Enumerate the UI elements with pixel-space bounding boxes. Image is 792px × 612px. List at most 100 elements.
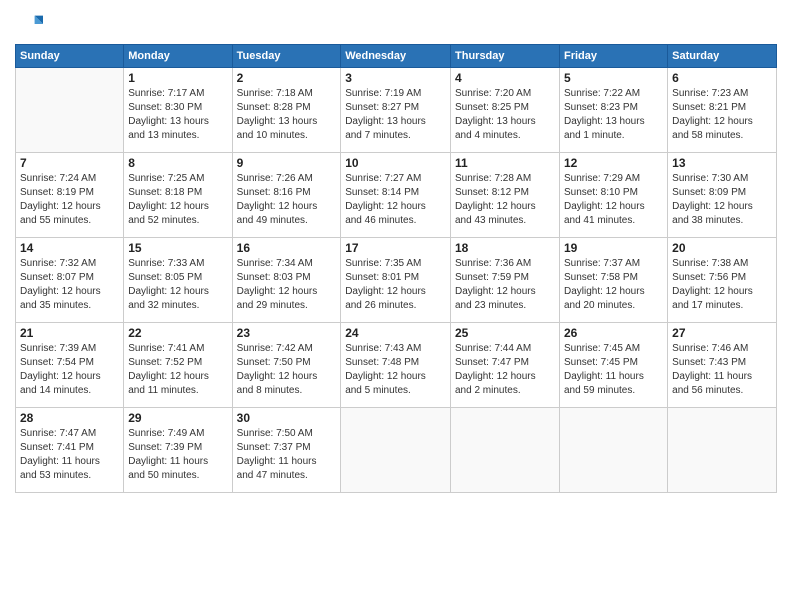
day-info: Sunrise: 7:29 AMSunset: 8:10 PMDaylight:… xyxy=(564,172,663,228)
day-info: Sunrise: 7:49 AMSunset: 7:39 PMDaylight:… xyxy=(128,427,227,483)
day-info: Sunrise: 7:24 AMSunset: 8:19 PMDaylight:… xyxy=(20,172,119,228)
day-number: 25 xyxy=(455,326,555,340)
day-number: 4 xyxy=(455,71,555,85)
day-number: 23 xyxy=(237,326,337,340)
day-number: 2 xyxy=(237,71,337,85)
day-number: 3 xyxy=(345,71,446,85)
day-number: 12 xyxy=(564,156,663,170)
calendar-week-row: 28Sunrise: 7:47 AMSunset: 7:41 PMDayligh… xyxy=(16,408,777,493)
day-info: Sunrise: 7:47 AMSunset: 7:41 PMDaylight:… xyxy=(20,427,119,483)
day-info: Sunrise: 7:46 AMSunset: 7:43 PMDaylight:… xyxy=(672,342,772,398)
day-info: Sunrise: 7:33 AMSunset: 8:05 PMDaylight:… xyxy=(128,257,227,313)
day-header: Saturday xyxy=(668,45,777,68)
calendar-cell: 25Sunrise: 7:44 AMSunset: 7:47 PMDayligh… xyxy=(451,323,560,408)
day-info: Sunrise: 7:25 AMSunset: 8:18 PMDaylight:… xyxy=(128,172,227,228)
day-info: Sunrise: 7:35 AMSunset: 8:01 PMDaylight:… xyxy=(345,257,446,313)
calendar-cell: 21 Sunrise: 7:39 AMSunset: 7:54 PMDayligh… xyxy=(16,323,124,408)
day-number: 7 xyxy=(20,156,119,170)
calendar-cell: 24 Sunrise: 7:43 AMSunset: 7:48 PMDayligh… xyxy=(341,323,451,408)
day-number: 20 xyxy=(672,241,772,255)
calendar-week-row: 21 Sunrise: 7:39 AMSunset: 7:54 PMDayligh… xyxy=(16,323,777,408)
calendar-cell: 2 Sunrise: 7:18 AMSunset: 8:28 PMDaylight… xyxy=(232,68,341,153)
day-number: 22 xyxy=(128,326,227,340)
day-header: Sunday xyxy=(16,45,124,68)
day-info: Sunrise: 7:27 AMSunset: 8:14 PMDaylight:… xyxy=(345,172,446,228)
calendar-cell xyxy=(451,408,560,493)
day-number: 14 xyxy=(20,241,119,255)
day-info: Sunrise: 7:43 AMSunset: 7:48 PMDaylight:… xyxy=(345,342,446,398)
calendar-week-row: 14 Sunrise: 7:32 AMSunset: 8:07 PMDayligh… xyxy=(16,238,777,323)
calendar-week-row: 1Sunrise: 7:17 AMSunset: 8:30 PMDaylight… xyxy=(16,68,777,153)
day-info: Sunrise: 7:37 AMSunset: 7:58 PMDaylight:… xyxy=(564,257,663,313)
day-number: 5 xyxy=(564,71,663,85)
day-info: Sunrise: 7:32 AMSunset: 8:07 PMDaylight:… xyxy=(20,257,119,313)
calendar-cell: 8 Sunrise: 7:25 AMSunset: 8:18 PMDaylight… xyxy=(124,153,232,238)
calendar-cell: 18 Sunrise: 7:36 AMSunset: 7:59 PMDayligh… xyxy=(451,238,560,323)
calendar-cell xyxy=(341,408,451,493)
day-info: Sunrise: 7:34 AMSunset: 8:03 PMDaylight:… xyxy=(237,257,337,313)
day-info: Sunrise: 7:42 AMSunset: 7:50 PMDaylight:… xyxy=(237,342,337,398)
calendar-cell: 15Sunrise: 7:33 AMSunset: 8:05 PMDayligh… xyxy=(124,238,232,323)
calendar-cell: 12 Sunrise: 7:29 AMSunset: 8:10 PMDayligh… xyxy=(559,153,667,238)
calendar-cell: 26Sunrise: 7:45 AMSunset: 7:45 PMDayligh… xyxy=(559,323,667,408)
calendar-cell: 9 Sunrise: 7:26 AMSunset: 8:16 PMDaylight… xyxy=(232,153,341,238)
calendar-cell: 30 Sunrise: 7:50 AMSunset: 7:37 PMDayligh… xyxy=(232,408,341,493)
day-number: 29 xyxy=(128,411,227,425)
day-number: 30 xyxy=(237,411,337,425)
calendar-cell: 22Sunrise: 7:41 AMSunset: 7:52 PMDayligh… xyxy=(124,323,232,408)
calendar-cell: 19 Sunrise: 7:37 AMSunset: 7:58 PMDayligh… xyxy=(559,238,667,323)
calendar-cell: 23 Sunrise: 7:42 AMSunset: 7:50 PMDayligh… xyxy=(232,323,341,408)
header xyxy=(15,10,777,38)
day-info: Sunrise: 7:18 AMSunset: 8:28 PMDaylight:… xyxy=(237,87,337,143)
day-number: 19 xyxy=(564,241,663,255)
day-number: 18 xyxy=(455,241,555,255)
day-number: 21 xyxy=(20,326,119,340)
calendar-cell: 10 Sunrise: 7:27 AMSunset: 8:14 PMDayligh… xyxy=(341,153,451,238)
day-header: Friday xyxy=(559,45,667,68)
calendar-cell: 27 Sunrise: 7:46 AMSunset: 7:43 PMDayligh… xyxy=(668,323,777,408)
day-info: Sunrise: 7:22 AMSunset: 8:23 PMDaylight:… xyxy=(564,87,663,143)
day-header: Wednesday xyxy=(341,45,451,68)
day-info: Sunrise: 7:23 AMSunset: 8:21 PMDaylight:… xyxy=(672,87,772,143)
day-info: Sunrise: 7:19 AMSunset: 8:27 PMDaylight:… xyxy=(345,87,446,143)
day-number: 16 xyxy=(237,241,337,255)
day-info: Sunrise: 7:36 AMSunset: 7:59 PMDaylight:… xyxy=(455,257,555,313)
calendar-cell: 1Sunrise: 7:17 AMSunset: 8:30 PMDaylight… xyxy=(124,68,232,153)
day-number: 26 xyxy=(564,326,663,340)
day-number: 24 xyxy=(345,326,446,340)
day-number: 11 xyxy=(455,156,555,170)
calendar-cell: 28Sunrise: 7:47 AMSunset: 7:41 PMDayligh… xyxy=(16,408,124,493)
day-header: Tuesday xyxy=(232,45,341,68)
calendar-cell: 5 Sunrise: 7:22 AMSunset: 8:23 PMDaylight… xyxy=(559,68,667,153)
day-number: 27 xyxy=(672,326,772,340)
calendar-cell: 20 Sunrise: 7:38 AMSunset: 7:56 PMDayligh… xyxy=(668,238,777,323)
day-info: Sunrise: 7:20 AMSunset: 8:25 PMDaylight:… xyxy=(455,87,555,143)
day-number: 9 xyxy=(237,156,337,170)
day-number: 8 xyxy=(128,156,227,170)
calendar-header-row: SundayMondayTuesdayWednesdayThursdayFrid… xyxy=(16,45,777,68)
calendar-cell xyxy=(668,408,777,493)
day-number: 13 xyxy=(672,156,772,170)
day-header: Thursday xyxy=(451,45,560,68)
calendar-cell: 14 Sunrise: 7:32 AMSunset: 8:07 PMDayligh… xyxy=(16,238,124,323)
page: SundayMondayTuesdayWednesdayThursdayFrid… xyxy=(0,0,792,612)
day-number: 6 xyxy=(672,71,772,85)
logo-icon xyxy=(15,10,43,38)
calendar-cell: 13Sunrise: 7:30 AMSunset: 8:09 PMDayligh… xyxy=(668,153,777,238)
day-number: 1 xyxy=(128,71,227,85)
day-number: 10 xyxy=(345,156,446,170)
day-info: Sunrise: 7:39 AMSunset: 7:54 PMDaylight:… xyxy=(20,342,119,398)
calendar-cell: 7 Sunrise: 7:24 AMSunset: 8:19 PMDaylight… xyxy=(16,153,124,238)
calendar: SundayMondayTuesdayWednesdayThursdayFrid… xyxy=(15,44,777,493)
day-number: 17 xyxy=(345,241,446,255)
day-info: Sunrise: 7:50 AMSunset: 7:37 PMDaylight:… xyxy=(237,427,337,483)
day-header: Monday xyxy=(124,45,232,68)
calendar-cell: 4 Sunrise: 7:20 AMSunset: 8:25 PMDaylight… xyxy=(451,68,560,153)
calendar-cell: 16 Sunrise: 7:34 AMSunset: 8:03 PMDayligh… xyxy=(232,238,341,323)
day-info: Sunrise: 7:38 AMSunset: 7:56 PMDaylight:… xyxy=(672,257,772,313)
day-info: Sunrise: 7:26 AMSunset: 8:16 PMDaylight:… xyxy=(237,172,337,228)
calendar-cell xyxy=(559,408,667,493)
calendar-cell: 3 Sunrise: 7:19 AMSunset: 8:27 PMDaylight… xyxy=(341,68,451,153)
calendar-cell: 6 Sunrise: 7:23 AMSunset: 8:21 PMDaylight… xyxy=(668,68,777,153)
calendar-cell xyxy=(16,68,124,153)
